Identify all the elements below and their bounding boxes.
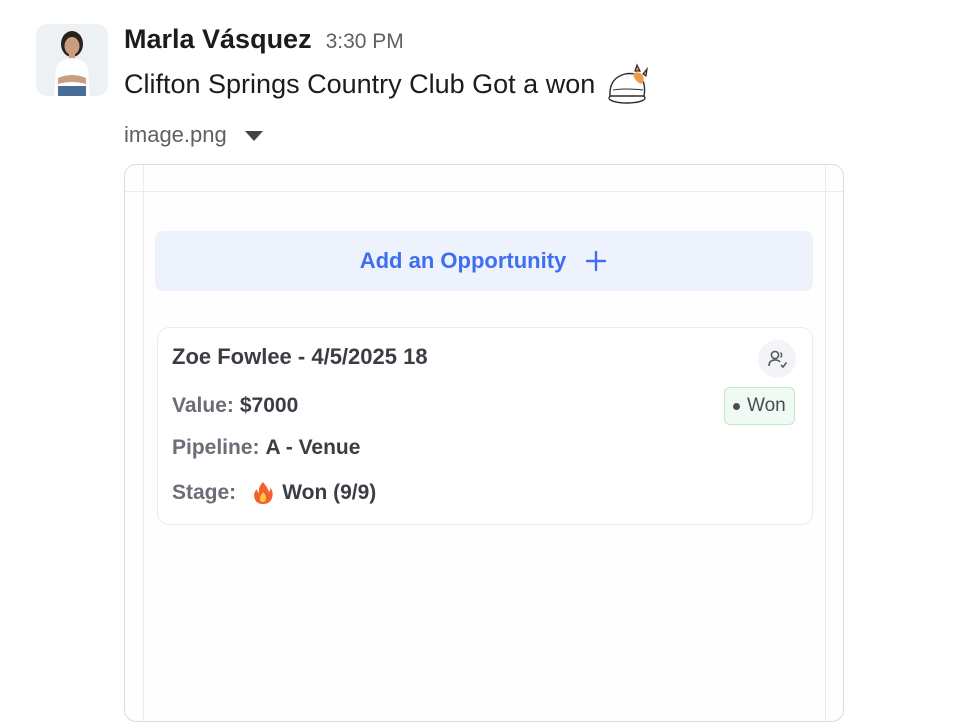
preview-divider	[125, 191, 843, 192]
image-preview[interactable]: Add an Opportunity Zoe Fowlee - 4/5/2025…	[124, 164, 844, 722]
preview-divider	[143, 165, 144, 721]
add-opportunity-button: Add an Opportunity	[155, 231, 813, 291]
preview-divider	[825, 165, 826, 721]
value-amount: $7000	[239, 394, 299, 417]
pipeline-label: Pipeline:	[172, 436, 260, 459]
slack-message: Marla Vásquez 3:30 PM Clifton Springs Co…	[0, 0, 976, 724]
collapse-caret-icon[interactable]	[244, 131, 263, 141]
stage-field: Stage: Won (9/9)	[172, 480, 376, 506]
status-badge: Won	[724, 387, 795, 425]
message-timestamp[interactable]: 3:30 PM	[326, 30, 404, 54]
pipeline-value: A - Venue	[265, 436, 361, 459]
opportunity-title: Zoe Fowlee - 4/5/2025 18	[172, 344, 428, 369]
stage-value: Won (9/9)	[282, 481, 377, 504]
status-label: Won	[747, 395, 786, 416]
stage-label: Stage:	[172, 481, 237, 504]
plus-icon	[586, 250, 607, 272]
value-label: Value:	[172, 394, 234, 417]
value-field: Value: $7000	[172, 394, 298, 418]
cat-emoji-icon	[608, 63, 649, 104]
user-assign-icon	[768, 350, 788, 369]
assign-user-button	[758, 340, 796, 378]
opportunity-card: Zoe Fowlee - 4/5/2025 18 Value: $7000 Wo…	[157, 327, 813, 525]
file-name: image.png	[124, 122, 227, 147]
message-header: Marla Vásquez 3:30 PM	[124, 24, 404, 60]
add-opportunity-label: Add an Opportunity	[359, 248, 567, 273]
message-body: Clifton Springs Country Club Got a won	[124, 63, 649, 104]
status-dot-icon	[733, 402, 740, 410]
pipeline-field: Pipeline: A - Venue	[172, 436, 360, 460]
sender-avatar[interactable]	[36, 24, 108, 96]
fire-icon	[254, 482, 273, 504]
message-text: Clifton Springs Country Club Got a won	[124, 68, 596, 99]
file-attachment-header: image.png	[124, 118, 263, 152]
sender-name[interactable]: Marla Vásquez	[124, 24, 312, 55]
